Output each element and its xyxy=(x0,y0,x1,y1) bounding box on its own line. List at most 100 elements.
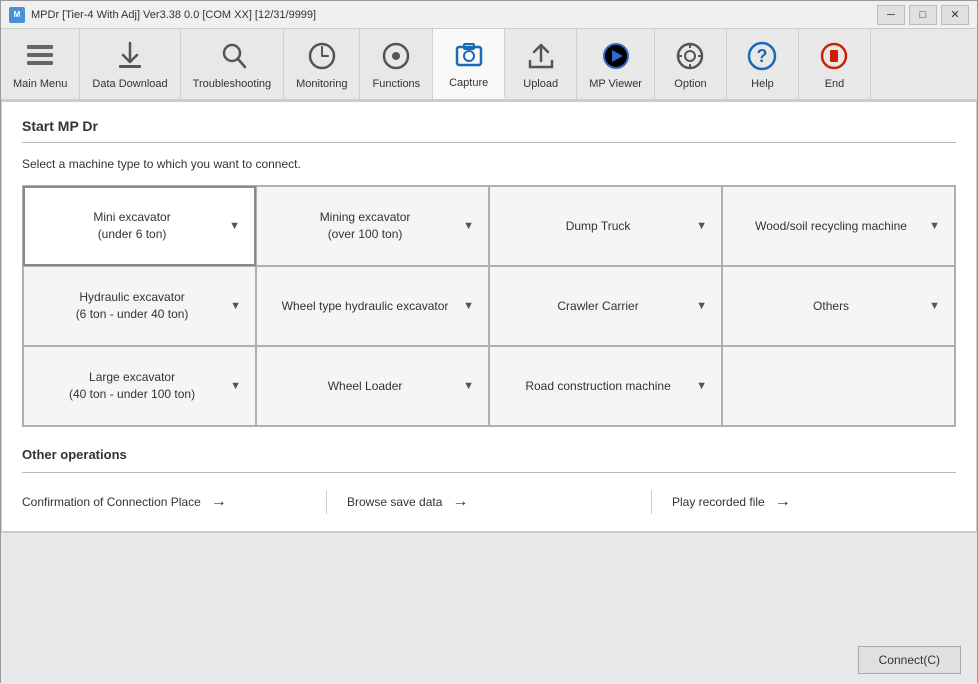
minimize-button[interactable]: ─ xyxy=(877,5,905,25)
machine-cell-text-0-1: Mining excavator (over 100 ton) xyxy=(271,209,459,243)
upload-label: Upload xyxy=(523,78,558,90)
functions-icon xyxy=(378,38,414,74)
machine-cell-arrow-2-0: ▼ xyxy=(230,380,241,392)
machine-cell-text-1-2: Crawler Carrier xyxy=(504,298,692,315)
machine-cell-0-0[interactable]: Mini excavator (under 6 ton) ▼ xyxy=(23,186,256,266)
toolbar-item-upload[interactable]: Upload xyxy=(505,29,577,99)
close-button[interactable]: ✕ xyxy=(941,5,969,25)
other-op-text-2: Play recorded file xyxy=(672,495,765,509)
connect-button[interactable]: Connect(C) xyxy=(858,646,961,674)
data-download-icon xyxy=(112,38,148,74)
machine-cell-arrow-1-0: ▼ xyxy=(230,300,241,312)
title-bar: M MPDr [Tier-4 With Adj] Ver3.38 0.0 [CO… xyxy=(1,1,977,29)
mp-viewer-label: MP Viewer xyxy=(589,78,642,90)
other-ops-row: Confirmation of Connection Place→Browse … xyxy=(22,489,956,515)
machine-cell-arrow-1-2: ▼ xyxy=(696,300,707,312)
machine-cell-0-3[interactable]: Wood/soil recycling machine ▼ xyxy=(722,186,955,266)
other-op-item-1[interactable]: Browse save data → xyxy=(347,489,631,515)
machine-cell-1-1[interactable]: Wheel type hydraulic excavator ▼ xyxy=(256,266,489,346)
upload-icon xyxy=(523,38,559,74)
app-icon: M xyxy=(9,7,25,23)
machine-cell-text-2-1: Wheel Loader xyxy=(271,378,459,395)
machine-cell-arrow-0-0: ▼ xyxy=(229,220,240,232)
title-bar-controls: ─ □ ✕ xyxy=(877,5,969,25)
toolbar-item-troubleshooting[interactable]: Troubleshooting xyxy=(181,29,284,99)
page-body: Start MP Dr Select a machine type to whi… xyxy=(1,101,977,684)
machine-cell-arrow-1-1: ▼ xyxy=(463,300,474,312)
machine-cell-arrow-1-3: ▼ xyxy=(929,300,940,312)
toolbar-item-mp-viewer[interactable]: MP Viewer xyxy=(577,29,655,99)
machine-cell-1-3[interactable]: Others ▼ xyxy=(722,266,955,346)
window-title: MPDr [Tier-4 With Adj] Ver3.38 0.0 [COM … xyxy=(31,9,316,21)
other-ops-title: Other operations xyxy=(22,447,956,462)
machine-cell-0-2[interactable]: Dump Truck ▼ xyxy=(489,186,722,266)
other-ops-sep-1 xyxy=(326,490,327,514)
other-op-item-2[interactable]: Play recorded file→ xyxy=(672,489,956,515)
machine-cell-text-0-3: Wood/soil recycling machine xyxy=(737,218,925,235)
main-content: Start MP Dr Select a machine type to whi… xyxy=(2,102,976,531)
troubleshooting-icon xyxy=(214,38,250,74)
help-label: Help xyxy=(751,78,774,90)
machine-cell-arrow-2-2: ▼ xyxy=(696,380,707,392)
toolbar: Main Menu Data Download Troubleshooting Mon… xyxy=(1,29,977,101)
monitoring-icon xyxy=(304,38,340,74)
inner-content: Start MP Dr Select a machine type to whi… xyxy=(2,102,976,531)
data-download-label: Data Download xyxy=(92,78,167,90)
machine-cell-arrow-0-2: ▼ xyxy=(696,220,707,232)
toolbar-item-help[interactable]: ? Help xyxy=(727,29,799,99)
machine-cell-text-0-2: Dump Truck xyxy=(504,218,692,235)
section-title: Start MP Dr xyxy=(22,118,956,134)
toolbar-item-capture[interactable]: Capture xyxy=(433,29,505,99)
main-menu-label: Main Menu xyxy=(13,78,67,90)
machine-cell-2-1[interactable]: Wheel Loader ▼ xyxy=(256,346,489,426)
instruction-text: Select a machine type to which you want … xyxy=(22,157,956,171)
svg-text:?: ? xyxy=(757,46,768,66)
other-op-text-0: Confirmation of Connection Place xyxy=(22,495,201,509)
title-bar-left: M MPDr [Tier-4 With Adj] Ver3.38 0.0 [CO… xyxy=(9,7,316,23)
machine-grid: Mini excavator (under 6 ton)▼Mining exca… xyxy=(22,185,956,427)
monitoring-label: Monitoring xyxy=(296,78,347,90)
other-op-text-1: Browse save data xyxy=(347,495,442,509)
machine-cell-arrow-0-1: ▼ xyxy=(463,220,474,232)
other-ops-sep-2 xyxy=(651,490,652,514)
option-icon xyxy=(672,38,708,74)
machine-cell-text-1-0: Hydraulic excavator (6 ton - under 40 to… xyxy=(38,289,226,323)
toolbar-item-functions[interactable]: Functions xyxy=(360,29,433,99)
machine-cell-arrow-0-3: ▼ xyxy=(929,220,940,232)
machine-cell-2-0[interactable]: Large excavator (40 ton - under 100 ton)… xyxy=(23,346,256,426)
machine-cell-text-0-0: Mini excavator (under 6 ton) xyxy=(39,209,225,243)
machine-cell-text-1-3: Others xyxy=(737,298,925,315)
functions-label: Functions xyxy=(372,78,420,90)
capture-label: Capture xyxy=(449,77,488,89)
section-divider xyxy=(22,142,956,143)
main-menu-icon xyxy=(22,38,58,74)
machine-cell-text-2-0: Large excavator (40 ton - under 100 ton) xyxy=(38,369,226,403)
machine-cell-1-2[interactable]: Crawler Carrier ▼ xyxy=(489,266,722,346)
help-icon: ? xyxy=(744,38,780,74)
toolbar-item-option[interactable]: Option xyxy=(655,29,727,99)
other-op-arrow-0: → xyxy=(211,493,227,511)
end-icon xyxy=(816,38,852,74)
end-label: End xyxy=(825,78,845,90)
machine-cell-arrow-2-1: ▼ xyxy=(463,380,474,392)
troubleshooting-label: Troubleshooting xyxy=(193,78,271,90)
other-ops-divider xyxy=(22,472,956,473)
machine-cell-1-0[interactable]: Hydraulic excavator (6 ton - under 40 to… xyxy=(23,266,256,346)
machine-cell-0-1[interactable]: Mining excavator (over 100 ton) ▼ xyxy=(256,186,489,266)
bottom-area: Connect(C) xyxy=(1,532,977,684)
toolbar-item-end[interactable]: End xyxy=(799,29,871,99)
toolbar-item-main-menu[interactable]: Main Menu xyxy=(1,29,80,99)
other-op-arrow-1: → xyxy=(452,493,468,511)
option-label: Option xyxy=(674,78,706,90)
toolbar-item-monitoring[interactable]: Monitoring xyxy=(284,29,360,99)
machine-cell-2-2[interactable]: Road construction machine ▼ xyxy=(489,346,722,426)
toolbar-item-data-download[interactable]: Data Download xyxy=(80,29,180,99)
maximize-button[interactable]: □ xyxy=(909,5,937,25)
machine-cell-text-1-1: Wheel type hydraulic excavator xyxy=(271,298,459,315)
machine-cell-text-2-2: Road construction machine xyxy=(504,378,692,395)
mp-viewer-icon xyxy=(598,38,634,74)
content-wrapper: Start MP Dr Select a machine type to whi… xyxy=(1,101,977,532)
other-op-item-0[interactable]: Confirmation of Connection Place → xyxy=(22,489,306,515)
capture-icon xyxy=(451,37,487,73)
machine-cell-empty-2-3 xyxy=(722,346,955,426)
